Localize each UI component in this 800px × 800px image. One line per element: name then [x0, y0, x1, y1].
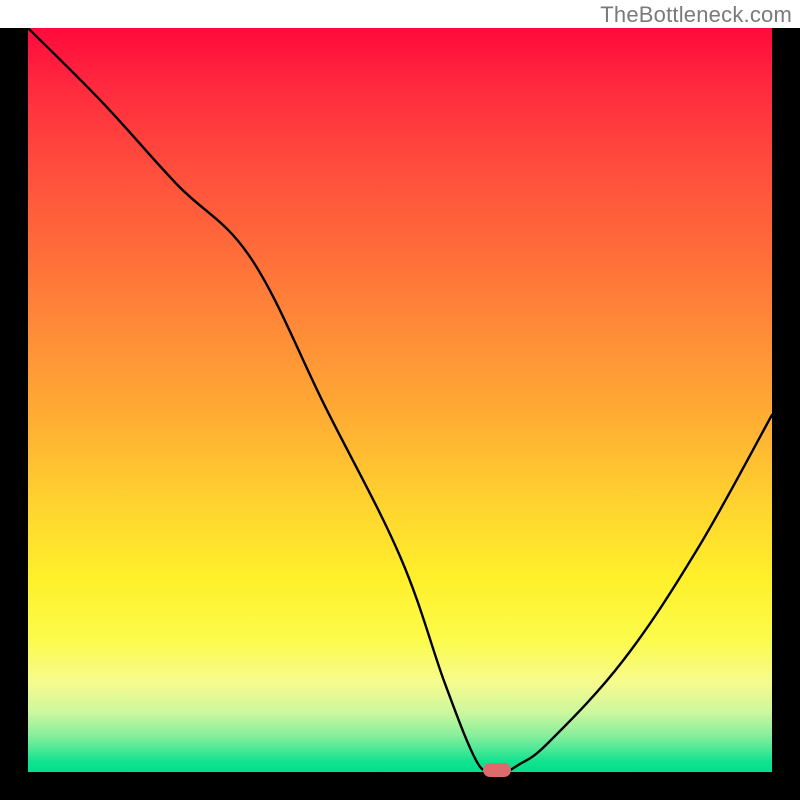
chart-container: TheBottleneck.com — [0, 0, 800, 800]
gradient-plot-area — [28, 28, 772, 772]
bottleneck-curve — [28, 28, 772, 772]
curve-path — [28, 28, 772, 772]
chart-frame — [0, 28, 800, 800]
optimal-marker — [483, 763, 511, 777]
watermark-text: TheBottleneck.com — [600, 2, 792, 28]
